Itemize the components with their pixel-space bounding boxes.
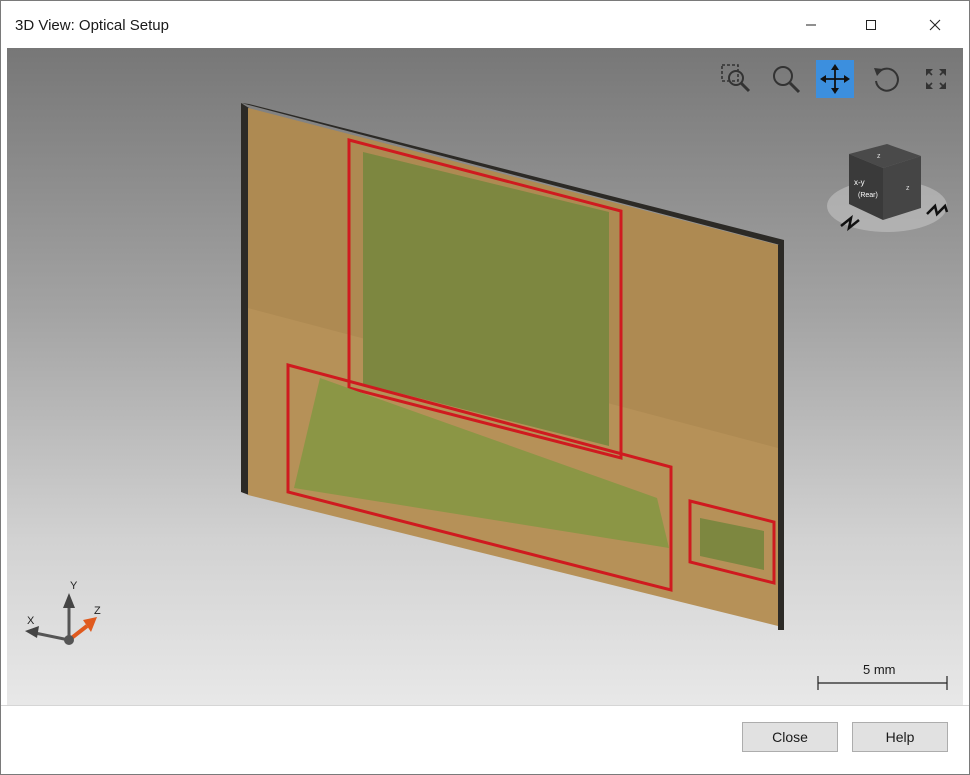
rotate-icon — [874, 67, 899, 92]
optical-setup-window: 3D View: Optical Setup Y X Z z x-y (Rear… — [0, 0, 970, 775]
pan-button[interactable] — [816, 60, 854, 98]
3d-viewport[interactable]: Y X Z z x-y (Rear) z 5 mm — [7, 48, 963, 705]
view-cube-side-label: z — [906, 185, 910, 192]
fit-all-button[interactable] — [917, 60, 955, 98]
substrate-edge-side — [778, 240, 784, 630]
scene-canvas: Y X Z z x-y (Rear) z — [25, 103, 949, 690]
minimize-icon — [806, 24, 816, 25]
zoom-window-button[interactable] — [717, 60, 755, 98]
zoom-button[interactable] — [767, 60, 805, 98]
substrate-edge-left — [241, 103, 249, 495]
axis-x-label: X — [27, 615, 35, 627]
title-bar[interactable]: 3D View: Optical Setup — [1, 1, 969, 48]
dialog-footer: Close Help — [1, 705, 969, 774]
maximize-button[interactable] — [843, 1, 899, 48]
minimize-button[interactable] — [783, 1, 839, 48]
window-title: 3D View: Optical Setup — [15, 17, 169, 34]
close-button[interactable]: Close — [742, 722, 838, 752]
view-cube-top-label: z — [877, 153, 881, 160]
close-icon — [929, 19, 941, 30]
magnifier-icon — [773, 66, 801, 94]
zoom-window-icon — [721, 64, 751, 93]
view-cube: z x-y (Rear) z — [827, 144, 949, 232]
scale-bar-label: 5 mm — [863, 662, 896, 677]
axis-triad: Y X Z — [25, 580, 101, 645]
rotate-button[interactable] — [868, 60, 906, 98]
close-window-button[interactable] — [907, 1, 963, 48]
help-button[interactable]: Help — [852, 722, 948, 752]
view-cube-face-line2: (Rear) — [858, 192, 878, 199]
expand-arrows-icon — [926, 69, 946, 89]
scale-bar — [817, 676, 948, 690]
axis-z-label: Z — [94, 605, 101, 617]
move-arrows-icon — [820, 64, 850, 94]
maximize-icon — [866, 19, 876, 30]
view-cube-face-line1: x-y — [854, 178, 865, 187]
axis-y-label: Y — [70, 580, 78, 592]
